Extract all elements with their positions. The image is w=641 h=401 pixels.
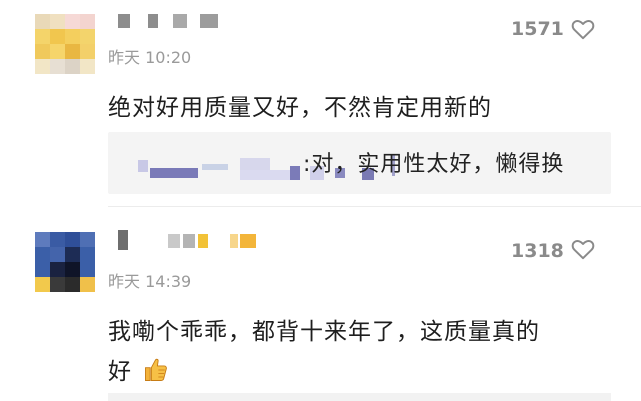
comment-item[interactable]: 昨天 10:20 1571 绝对好用质量又好，不然肯定用新的 :对，实用性太好，… (0, 0, 641, 212)
divider (108, 206, 641, 207)
reply-text: :对，实用性太好，懒得换 (303, 152, 565, 177)
heart-outline-icon[interactable] (570, 16, 596, 42)
username-blurred (118, 14, 218, 30)
comment-text: 绝对好用质量又好，不然肯定用新的 (108, 95, 492, 121)
comment-text-line: 好 (108, 352, 170, 386)
reply-preview[interactable] (108, 393, 611, 401)
comment-time: 昨天 14:39 (108, 272, 192, 291)
reply-preview[interactable]: :对，实用性太好，懒得换 (108, 132, 611, 194)
comment-text-tail: 好 (108, 359, 132, 385)
comment-time: 昨天 10:20 (108, 48, 192, 67)
comment-item[interactable]: 昨天 14:39 1318 我嘞个乖乖，都背十来年了，这质量真的 好 (0, 212, 641, 401)
like-count: 1571 (511, 18, 564, 40)
like-count: 1318 (511, 240, 564, 262)
username-blurred (118, 230, 258, 250)
thumbs-up-emoji (145, 358, 168, 381)
avatar[interactable] (35, 14, 95, 74)
avatar[interactable] (35, 232, 95, 292)
comment-text-line: 我嘞个乖乖，都背十来年了，这质量真的 (108, 319, 540, 345)
heart-outline-icon[interactable] (570, 236, 596, 262)
